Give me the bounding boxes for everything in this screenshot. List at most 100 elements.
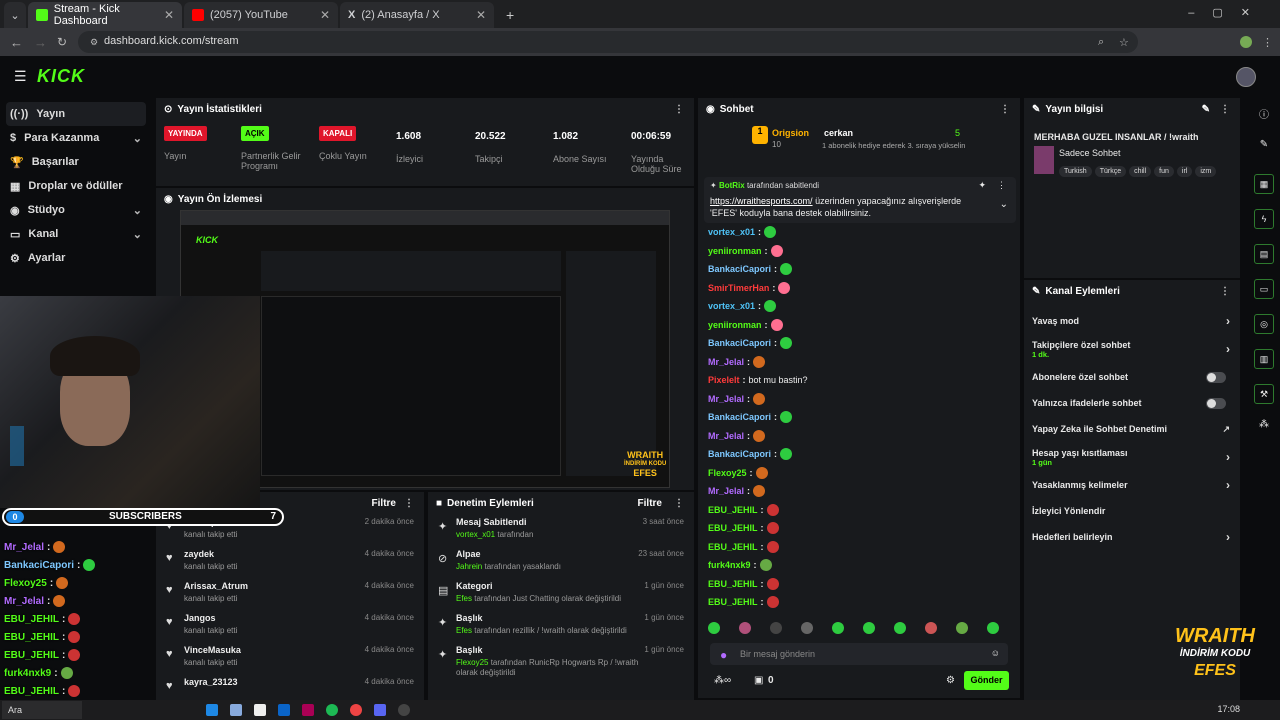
bookmark-star-icon[interactable]: ☆	[1119, 36, 1129, 49]
menu-kebab-icon[interactable]: ⋮	[1262, 36, 1273, 49]
community-icon[interactable]: ⁂∞	[714, 675, 731, 686]
rail-layout-icon[interactable]: ▥	[1254, 349, 1274, 369]
reload-icon[interactable]: ↻	[57, 35, 67, 49]
top-gifter-name[interactable]: cerkan	[824, 128, 853, 138]
sidebar-item-studyo[interactable]: ◉ Stüdyo ⌄	[0, 198, 152, 222]
emoji-icon[interactable]: ☺	[991, 648, 1000, 658]
tag[interactable]: Türkçe	[1094, 166, 1127, 177]
chat-username[interactable]: BankaciCapori	[708, 264, 771, 274]
activity-user[interactable]: zaydek	[184, 549, 214, 559]
chat-username[interactable]: yeniironman	[708, 246, 762, 256]
edge-icon[interactable]	[206, 704, 218, 716]
sidebar-item-yayin[interactable]: ((·)) Yayın	[6, 102, 146, 126]
channel-action-row[interactable]: Takipçilere özel sohbet 1 dk. ›	[1024, 334, 1240, 364]
more-options-icon[interactable]: ⋮	[1220, 104, 1230, 115]
chat-username[interactable]: Mr_Jelal	[708, 357, 744, 367]
rail-qr-icon[interactable]: ▦	[1254, 174, 1274, 194]
copilot-icon[interactable]	[230, 704, 242, 716]
chat-username[interactable]: furk4nxk9	[708, 560, 751, 570]
chat-username[interactable]: Mr_Jelal	[708, 486, 744, 496]
activity-user[interactable]: VinceMasuka	[184, 645, 241, 655]
tag[interactable]: izm	[1195, 166, 1217, 177]
chat-username[interactable]: EBU_JEHIL	[708, 523, 758, 533]
tag[interactable]: fun	[1154, 166, 1174, 177]
forward-icon[interactable]: →	[34, 35, 47, 50]
filter-button[interactable]: Filtre	[638, 498, 662, 509]
zoom-icon[interactable]: ⌕	[1098, 36, 1104, 49]
list-item[interactable]: ♥ zaydek kanalı takip etti 4 dakika önce	[156, 546, 424, 578]
window-controls[interactable]: –▢✕	[1188, 6, 1268, 19]
channel-action-row[interactable]: Abonelere özel sohbet	[1024, 364, 1240, 390]
chat-username[interactable]: BankaciCapori	[708, 449, 771, 459]
more-options-icon[interactable]: ⋮	[674, 104, 684, 115]
chat-username[interactable]: vortex_x01	[708, 227, 755, 237]
gear-icon[interactable]: ⚙	[946, 675, 955, 686]
mod-actor[interactable]: Flexoy25	[456, 658, 488, 667]
tab-youtube[interactable]: (2057) YouTube ✕	[184, 2, 338, 28]
outlook-icon[interactable]	[278, 704, 290, 716]
chat-username[interactable]: EBU_JEHIL	[708, 505, 758, 515]
rail-doc-icon[interactable]: ▤	[1254, 244, 1274, 264]
back-icon[interactable]: ←	[10, 35, 23, 50]
rail-chat-icon[interactable]: ▭	[1254, 279, 1274, 299]
tab-x[interactable]: X (2) Anasayfa / X ✕	[340, 2, 494, 28]
edit-icon[interactable]: ✎	[1202, 104, 1210, 115]
sidebar-item-kanal[interactable]: ▭ Kanal ⌄	[0, 222, 152, 246]
mod-actor[interactable]: Jahrein	[456, 562, 482, 571]
list-item[interactable]: ♥ Jangos kanalı takip etti 4 dakika önce	[156, 610, 424, 642]
emote-icon[interactable]	[832, 622, 844, 634]
site-info-icon[interactable]: ⚙	[90, 37, 98, 48]
chat-input[interactable]: ● Bir mesaj gönderin ☺	[710, 643, 1008, 665]
sidebar-item-ayarlar[interactable]: ⚙ Ayarlar	[0, 246, 152, 270]
address-bar[interactable]: dashboard.kick.com/stream	[78, 31, 1138, 53]
rail-broadcast-icon[interactable]: ◎	[1254, 314, 1274, 334]
activity-user[interactable]: Jangos	[184, 613, 216, 623]
channel-action-row[interactable]: Yalnızca ifadelerle sohbet	[1024, 390, 1240, 416]
kick-logo[interactable]: KICK	[37, 66, 85, 87]
taskbar-search[interactable]: Ara	[2, 701, 82, 719]
mod-actor[interactable]: vortex_x01	[456, 530, 495, 539]
emote-icon[interactable]	[770, 622, 782, 634]
chat-username[interactable]: EBU_JEHIL	[708, 542, 758, 552]
emote-icon[interactable]	[863, 622, 875, 634]
channel-action-row[interactable]: Yasaklanmış kelimeler ›	[1024, 472, 1240, 498]
chat-username[interactable]: EBU_JEHIL	[708, 579, 758, 589]
send-button[interactable]: Gönder	[964, 671, 1009, 690]
chat-username[interactable]: BankaciCapori	[708, 338, 771, 348]
rail-tool-icon[interactable]: ⚒	[1254, 384, 1274, 404]
chrome-icon[interactable]	[350, 704, 362, 716]
activity-user[interactable]: Arissax_Atrum	[184, 581, 248, 591]
sidebar-item-basarilar[interactable]: 🏆 Başarılar	[0, 150, 152, 174]
rail-bolt-icon[interactable]: ϟ	[1254, 209, 1274, 229]
channel-action-row[interactable]: Hesap yaşı kısıtlaması 1 gün ›	[1024, 442, 1240, 472]
activity-user[interactable]: kayra_23123	[184, 677, 238, 687]
chat-username[interactable]: Pixelelt	[708, 375, 740, 385]
sidebar-item-droplar[interactable]: ▦ Droplar ve ödüller	[0, 174, 152, 198]
hamburger-menu-icon[interactable]: ☰	[14, 68, 27, 85]
app-icon[interactable]	[302, 704, 314, 716]
emote-icon[interactable]	[894, 622, 906, 634]
chevron-down-icon[interactable]: ⌄	[1000, 199, 1008, 210]
close-icon[interactable]: ✕	[320, 8, 330, 22]
store-icon[interactable]	[254, 704, 266, 716]
chat-username[interactable]: BankaciCapori	[708, 412, 771, 422]
profile-avatar[interactable]	[1240, 36, 1252, 48]
filter-button[interactable]: Filtre	[372, 498, 396, 509]
more-options-icon[interactable]: ⋮	[997, 180, 1006, 191]
chat-username[interactable]: Flexoy25	[708, 468, 747, 478]
channel-action-row[interactable]: Yavaş mod ›	[1024, 308, 1240, 334]
info-icon[interactable]: ⓘ	[1248, 106, 1280, 121]
pin-icon[interactable]: ✦	[978, 180, 986, 191]
channel-action-row[interactable]: Hedefleri belirleyin ›	[1024, 524, 1240, 550]
tag[interactable]: chill	[1129, 166, 1152, 177]
discord-icon[interactable]	[374, 704, 386, 716]
emote-icon[interactable]	[801, 622, 813, 634]
chat-username[interactable]: SmirTimerHan	[708, 283, 769, 293]
more-options-icon[interactable]: ⋮	[1220, 286, 1230, 297]
emote-icon[interactable]	[708, 622, 720, 634]
toggle-switch[interactable]	[1206, 371, 1226, 383]
pinned-link[interactable]: https://wraithesports.com/	[710, 196, 813, 206]
channel-action-row[interactable]: Yapay Zeka ile Sohbet Denetimi ↗	[1024, 416, 1240, 442]
more-options-icon[interactable]: ⋮	[404, 498, 414, 509]
mic-icon[interactable]: ●	[720, 648, 727, 662]
